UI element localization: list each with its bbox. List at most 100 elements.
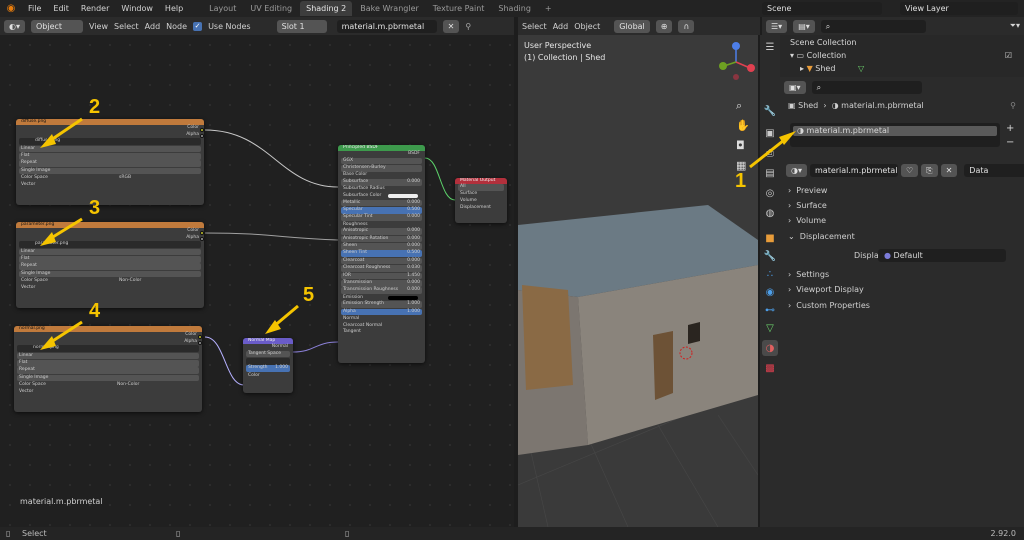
pin-icon[interactable]: ⚲ — [1010, 101, 1016, 110]
slot-dropdown[interactable]: Slot 1 — [276, 19, 327, 33]
socket-alpha[interactable] — [200, 134, 204, 138]
texture-icon[interactable]: ▩ — [762, 360, 778, 376]
modifier-icon[interactable]: 🔧 — [762, 248, 778, 264]
menu-vp-add[interactable]: Add — [553, 22, 569, 31]
properties-editor-icon[interactable]: ☰ — [762, 39, 778, 55]
output-icon[interactable]: ⎙ — [762, 145, 778, 161]
material-slot-item[interactable]: ◑ material.m.pbrmetal — [793, 126, 997, 136]
extension-dropdown[interactable]: Repeat — [19, 160, 201, 167]
menu-add[interactable]: Add — [145, 22, 161, 31]
mode-dropdown[interactable]: Object — [31, 19, 83, 33]
tool-icon[interactable]: 🔧 — [762, 103, 778, 119]
interpolation-dropdown[interactable]: Linear — [17, 352, 199, 360]
pivot-icon[interactable]: ⊕ — [655, 19, 673, 33]
target-dropdown[interactable]: All — [458, 184, 504, 191]
pin-icon[interactable]: ⚲ — [465, 22, 471, 31]
camera-icon[interactable]: ◘ — [736, 139, 745, 152]
source-dropdown[interactable]: Single Image — [17, 374, 199, 382]
world-icon[interactable]: ◍ — [762, 205, 778, 221]
bsdf-input-row[interactable]: Alpha 1.000 — [341, 308, 422, 316]
interpolation-dropdown[interactable]: Linear — [19, 248, 201, 256]
object-data-icon[interactable]: ▽ — [762, 320, 778, 336]
bsdf-input-row[interactable]: Anisotropic Rotation 0.000 — [341, 235, 422, 243]
visibility-checkbox[interactable]: ☑ — [1005, 51, 1012, 60]
bsdf-input-row[interactable]: Transmission 0.000 — [341, 280, 422, 287]
navigation-gizmo[interactable] — [714, 40, 758, 84]
bsdf-input-row[interactable]: Transmission Roughness 0.000 — [341, 287, 422, 295]
material-field[interactable]: material.m.pbrmetal — [336, 19, 437, 33]
collection-row[interactable]: ▾ ▭ Collection ☑ — [790, 51, 1022, 60]
color-space-row[interactable]: Color Space sRGB — [19, 175, 201, 182]
outliner-editor-icon[interactable]: ☰▾ — [766, 19, 788, 33]
bsdf-input-row[interactable]: Emission Strength 1.000 — [341, 301, 422, 309]
projection-dropdown[interactable]: Flat — [17, 359, 199, 367]
socket-color[interactable] — [200, 231, 204, 235]
bsdf-input-row[interactable]: Subsurface 0.000 — [341, 178, 422, 186]
socket-color[interactable] — [198, 335, 202, 339]
image-texture-node-normal[interactable]: normal.png Color Alpha normal.png Linear… — [14, 326, 202, 412]
remove-slot-button[interactable]: − — [1006, 137, 1014, 148]
tab-shading-2[interactable]: Shading 2 — [300, 1, 353, 16]
3d-viewport[interactable]: User Perspective (1) Collection | Shed ⌕… — [518, 35, 758, 527]
panel-viewport-display[interactable]: › Viewport Display — [788, 283, 864, 297]
interpolation-dropdown[interactable]: Linear — [19, 145, 201, 153]
pan-hand-icon[interactable]: ✋ — [736, 119, 750, 132]
panel-surface[interactable]: › Surface — [788, 199, 827, 213]
menu-edit[interactable]: Edit — [47, 0, 75, 17]
menu-view[interactable]: View — [89, 22, 108, 31]
outliner-search-input[interactable]: ⌕ — [820, 19, 926, 33]
material-slot-list[interactable]: ◑ material.m.pbrmetal — [790, 123, 1000, 147]
scene-icon[interactable]: ◎ — [762, 185, 778, 201]
panel-custom-properties[interactable]: › Custom Properties — [788, 299, 870, 313]
duplicate-icon[interactable]: ⎘ — [921, 164, 938, 177]
projection-dropdown[interactable]: Flat — [19, 152, 201, 160]
menu-node[interactable]: Node — [166, 22, 187, 31]
view-layer-selector[interactable]: View Layer — [900, 2, 1018, 15]
bsdf-input-row[interactable]: Clearcoat 0.000 — [341, 257, 422, 265]
image-file-field[interactable]: diffuse.png — [19, 138, 201, 145]
bsdf-input-row[interactable]: Sheen Tint 0.500 — [341, 250, 422, 258]
display-mode-icon[interactable]: ▤▾ — [793, 19, 815, 33]
image-texture-node-parameter[interactable]: parameter.png Color Alpha parameter.png … — [16, 222, 204, 308]
strength-slider[interactable]: Strength 1.000 — [246, 365, 290, 372]
add-workspace-icon[interactable]: + — [539, 1, 558, 16]
subsurface-method-dropdown[interactable]: Christensen-Burley — [341, 164, 422, 172]
add-slot-button[interactable]: + — [1006, 123, 1014, 134]
material-output-node[interactable]: Material Output All Surface Volume Displ… — [455, 178, 507, 223]
bsdf-input-row[interactable]: Specular 0.500 — [341, 206, 422, 214]
editor-type-icon[interactable]: ◐▾ — [4, 19, 25, 33]
browse-material-icon[interactable]: ◑▾ — [786, 164, 807, 177]
projection-dropdown[interactable]: Flat — [19, 255, 201, 263]
unlink-icon[interactable]: ✕ — [940, 164, 958, 177]
object-icon[interactable]: ■ — [762, 230, 778, 246]
scene-selector[interactable]: Scene — [762, 2, 882, 15]
socket-color[interactable] — [200, 128, 204, 132]
source-dropdown[interactable]: Single Image — [19, 270, 201, 278]
tab-bake-wrangler[interactable]: Bake Wrangler — [354, 1, 425, 16]
extension-dropdown[interactable]: Repeat — [19, 263, 201, 270]
transform-orientation-dropdown[interactable]: Global — [614, 19, 650, 33]
space-dropdown[interactable]: Tangent Space — [246, 350, 290, 358]
uv-map-field[interactable] — [246, 357, 290, 365]
bsdf-input-row[interactable]: Anisotropic 0.000 — [341, 228, 422, 235]
panel-volume[interactable]: › Volume — [788, 214, 826, 228]
menu-select[interactable]: Select — [114, 22, 139, 31]
socket-alpha[interactable] — [200, 237, 204, 241]
material-icon[interactable]: ◑ — [762, 340, 778, 356]
view-layer-icon[interactable]: ▤ — [762, 165, 778, 181]
filter-icon[interactable]: ⏷▾ — [1010, 21, 1020, 31]
color-space-row[interactable]: Color Space Non-Color — [17, 382, 199, 389]
render-icon[interactable]: ▣ — [762, 125, 778, 141]
bsdf-input-row[interactable]: Specular Tint 0.000 — [341, 214, 422, 221]
displacement-method-dropdown[interactable]: ● Default — [878, 249, 1006, 262]
source-dropdown[interactable]: Single Image — [19, 167, 201, 175]
principled-bsdf-node[interactable]: Principled BSDF BSDF GGX Christensen-Bur… — [338, 145, 425, 363]
socket-alpha[interactable] — [198, 341, 202, 345]
distribution-dropdown[interactable]: GGX — [341, 157, 422, 165]
panel-displacement[interactable]: ⌄ Displacement — [788, 230, 855, 244]
tab-layout[interactable]: Layout — [203, 1, 242, 16]
close-icon[interactable]: ✕ — [442, 19, 460, 33]
bsdf-input-row[interactable]: Clearcoat Roughness 0.030 — [341, 265, 422, 272]
material-name-field[interactable]: material.m.pbrmetal — [810, 164, 898, 177]
object-row-shed[interactable]: ▸ ▼ Shed ▽ — [800, 64, 864, 73]
